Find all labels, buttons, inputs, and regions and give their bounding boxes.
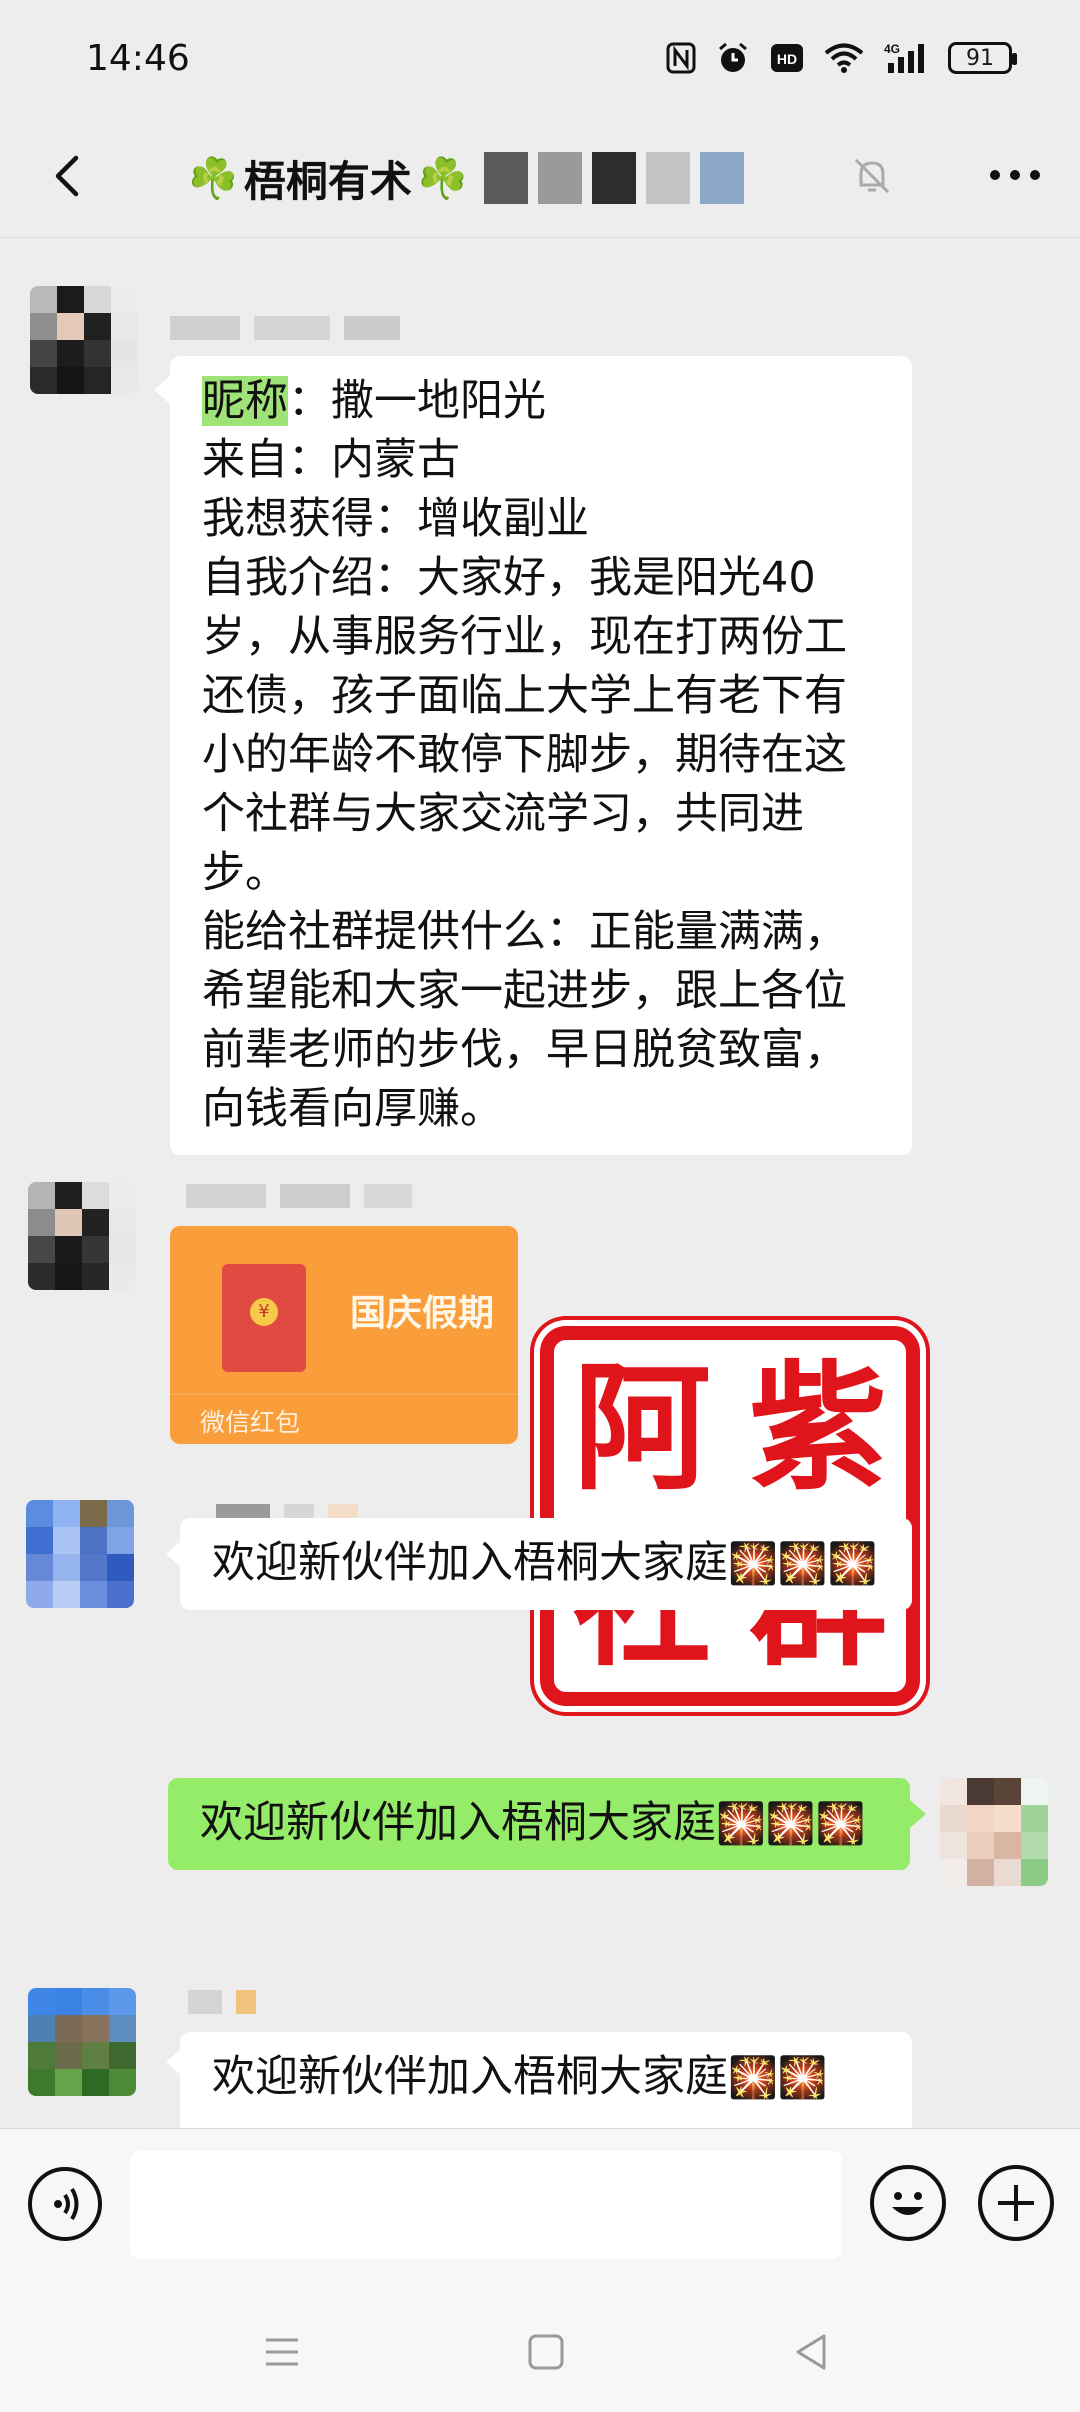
message-bubble-welcome[interactable]: 欢迎新伙伴加入梧桐大家庭🎇🎇🎇 <box>180 1518 912 1610</box>
back-triangle-icon <box>796 2334 826 2370</box>
self-avatar[interactable] <box>940 1778 1048 1886</box>
watermark-stamp: 阿 紫 社 群 <box>540 1326 920 1706</box>
wifi-icon <box>824 40 864 76</box>
avatar[interactable] <box>30 286 138 394</box>
sender-name <box>170 316 400 342</box>
message-line: 还债，孩子面临上大学上有老下有 <box>202 671 847 721</box>
home-square-icon <box>528 2334 564 2370</box>
more-dots-icon <box>990 170 1000 180</box>
chevron-left-icon <box>55 155 79 197</box>
plus-button[interactable] <box>978 2165 1054 2241</box>
red-packet-label: 微信红包 <box>200 1408 301 1437</box>
nfc-icon <box>666 40 696 76</box>
sender-name <box>188 1990 256 2016</box>
status-time: 14:46 <box>86 38 190 79</box>
message-bubble-welcome[interactable]: 欢迎新伙伴加入梧桐大家庭🎇🎇 <box>180 2032 912 2128</box>
message-bubble-intro[interactable]: 昵称：撒一地阳光 来自：内蒙古 我想获得：增收副业 自我介绍：大家好，我是阳光4… <box>170 356 912 1155</box>
voice-icon <box>54 2187 79 2221</box>
back-button[interactable] <box>40 146 100 206</box>
system-nav-bar <box>0 2288 1080 2412</box>
obscured-title <box>483 152 744 204</box>
status-bar: 14:46 HD 4G 91 <box>0 0 1080 120</box>
firework-emoji: 🎇🎇🎇 <box>728 1541 878 1587</box>
message-line: 向钱看向厚赚。 <box>202 1084 503 1134</box>
clover-emoji: ☘️ <box>417 155 468 202</box>
highlight-label: 昵称 <box>202 376 288 426</box>
message-line: 步。 <box>202 848 288 898</box>
message-line: 个社群与大家交流学习，共同进 <box>202 789 804 839</box>
message-line: 来自：内蒙古 <box>202 435 460 485</box>
more-button[interactable] <box>990 170 1040 180</box>
red-packet-message[interactable]: ¥ 国庆假期 微信红包 <box>170 1226 518 1444</box>
bell-muted-icon <box>850 154 894 198</box>
home-nav-button[interactable] <box>522 2328 570 2376</box>
message-line: 我想获得：增收副业 <box>202 494 589 544</box>
group-name: 梧桐有术 <box>243 156 412 206</box>
hd-icon: HD <box>770 40 804 76</box>
message-line: 岁，从事服务行业，现在打两份工 <box>202 612 847 662</box>
plus-icon <box>998 2185 1034 2221</box>
battery-icon: 91 <box>948 42 1017 74</box>
red-packet-title: 国庆假期 <box>350 1293 495 1334</box>
message-line: 能给社群提供什么：正能量满满， <box>202 907 847 957</box>
firework-emoji: 🎇🎇🎇 <box>716 1801 866 1847</box>
svg-text:HD: HD <box>777 51 797 67</box>
svg-text:4G: 4G <box>884 42 900 56</box>
chat-header: ☘️ 梧桐有术 ☘️ <box>0 120 1080 238</box>
status-icons: HD 4G 91 <box>666 40 1017 76</box>
emoji-button[interactable] <box>870 2165 946 2241</box>
avatar[interactable] <box>28 1988 136 2096</box>
sender-name <box>186 1184 412 1210</box>
message-input[interactable] <box>130 2151 842 2259</box>
voice-button[interactable] <box>28 2167 102 2241</box>
message-line: 自我介绍：大家好，我是阳光40 <box>202 553 816 603</box>
menu-icon <box>266 2338 298 2366</box>
message-bubble-self[interactable]: 欢迎新伙伴加入梧桐大家庭🎇🎇🎇 <box>168 1778 910 1870</box>
chat-messages[interactable]: 昵称：撒一地阳光 来自：内蒙古 我想获得：增收副业 自我介绍：大家好，我是阳光4… <box>0 238 1080 2128</box>
menu-nav-button[interactable] <box>258 2328 306 2376</box>
alarm-icon <box>716 40 750 76</box>
message-line: 小的年龄不敢停下脚步，期待在这 <box>202 730 847 780</box>
avatar[interactable] <box>28 1182 136 1290</box>
message-line: 希望能和大家一起进步，跟上各位 <box>202 966 847 1016</box>
clover-emoji: ☘️ <box>188 155 238 202</box>
back-nav-button[interactable] <box>788 2328 836 2376</box>
smiley-icon <box>892 2192 924 2215</box>
chat-title: ☘️ 梧桐有术 ☘️ <box>188 142 744 214</box>
signal-icon: 4G <box>884 40 928 76</box>
avatar[interactable] <box>26 1500 134 1608</box>
red-envelope-icon: ¥ <box>222 1264 306 1372</box>
message-line: 前辈老师的步伐，早日脱贫致富， <box>202 1025 847 1075</box>
firework-emoji: 🎇🎇 <box>728 2055 828 2101</box>
input-bar <box>0 2128 1080 2288</box>
